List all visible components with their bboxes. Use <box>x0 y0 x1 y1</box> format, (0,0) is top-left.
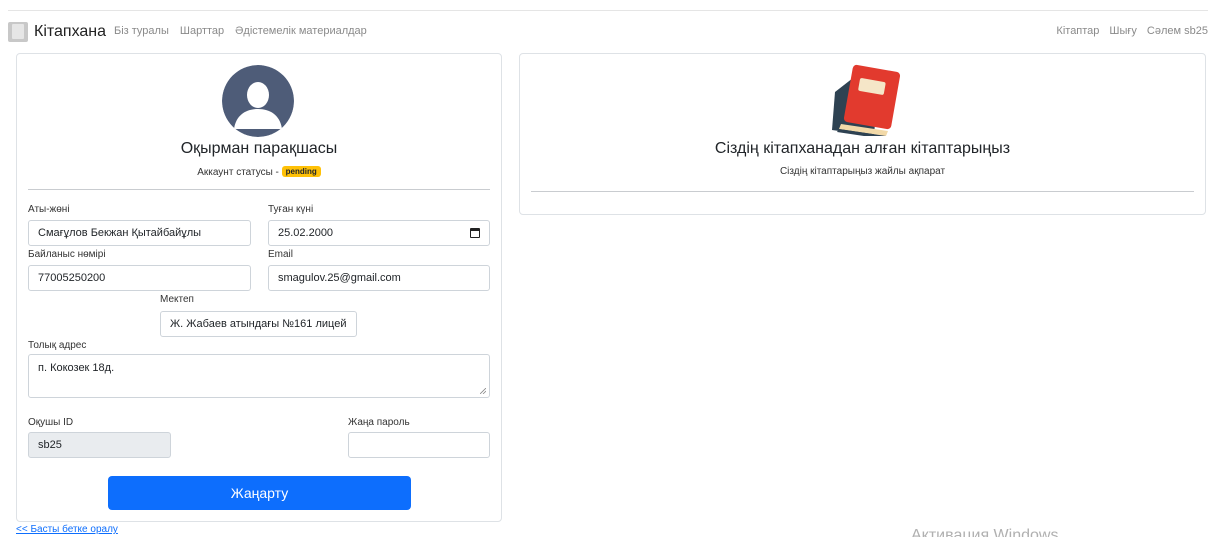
windows-activation-watermark: Активация Windows <box>911 527 1059 537</box>
phone-input[interactable] <box>28 265 251 291</box>
books-history-title: Сіздің кітапханадан алған кітаптарыңыз <box>714 140 1011 157</box>
brand-link[interactable]: Кітапхана <box>8 22 106 42</box>
student-id-label: Оқушы ID <box>28 417 74 428</box>
brand-name: Кітапхана <box>34 23 107 40</box>
nav-link-user-greeting[interactable]: Сәлем sb25 <box>1147 25 1208 37</box>
address-textarea[interactable]: п. Кокозек 18д. <box>28 354 490 398</box>
back-to-home-link[interactable]: << Басты бетке оралу <box>16 524 118 535</box>
user-silhouette-icon <box>222 65 294 137</box>
nav-right: Кітаптар Шығу Сәлем sb25 <box>1056 25 1208 37</box>
birth-date-value: 25.02.2000 <box>278 227 334 239</box>
full-name-input[interactable] <box>28 220 251 246</box>
address-value: п. Кокозек 18д. <box>38 362 115 374</box>
address-label: Толық адрес <box>28 340 87 351</box>
nav-left: Біз туралы Шарттар Әдістемелік материалд… <box>114 25 367 37</box>
update-button[interactable]: Жаңарту <box>108 476 411 510</box>
top-border <box>8 10 1208 11</box>
school-input[interactable] <box>160 311 357 337</box>
calendar-icon[interactable] <box>470 228 480 238</box>
books-stack-icon <box>832 64 901 136</box>
student-id-input <box>28 432 171 458</box>
books-history-divider <box>531 191 1194 192</box>
email-input[interactable] <box>268 265 490 291</box>
birth-date-input[interactable]: 25.02.2000 <box>268 220 490 246</box>
status-badge: pending <box>281 166 321 177</box>
status-label: Аккаунт статусы - <box>197 167 279 178</box>
book-logo-icon <box>8 22 28 42</box>
books-history-card: Сіздің кітапханадан алған кітаптарыңыз С… <box>519 53 1206 215</box>
navbar: Кітапхана Біз туралы Шарттар Әдістемелік… <box>8 18 1208 48</box>
nav-link-materials[interactable]: Әдістемелік материалдар <box>235 25 367 37</box>
new-password-label: Жаңа пароль <box>348 417 410 428</box>
full-name-label: Аты-жөні <box>28 204 70 215</box>
profile-title: Оқырман парақшасы <box>180 140 338 157</box>
nav-link-terms[interactable]: Шарттар <box>180 25 224 37</box>
profile-divider <box>28 189 490 190</box>
school-label: Мектеп <box>160 294 194 305</box>
birth-date-label: Туған күні <box>268 204 314 215</box>
account-status: Аккаунт статусы - pending <box>17 166 501 178</box>
nav-link-about[interactable]: Біз туралы <box>114 25 169 37</box>
nav-link-logout[interactable]: Шығу <box>1109 25 1137 37</box>
profile-card: Оқырман парақшасы Аккаунт статусы - pend… <box>16 53 502 522</box>
email-label: Email <box>268 249 294 260</box>
phone-label: Байланыс нөмірі <box>28 249 106 260</box>
new-password-input[interactable] <box>348 432 490 458</box>
books-history-subtitle: Сіздің кітаптарыңыз жайлы ақпарат <box>779 166 946 177</box>
nav-link-books[interactable]: Кітаптар <box>1056 25 1099 37</box>
resize-grip-icon[interactable] <box>480 388 486 394</box>
